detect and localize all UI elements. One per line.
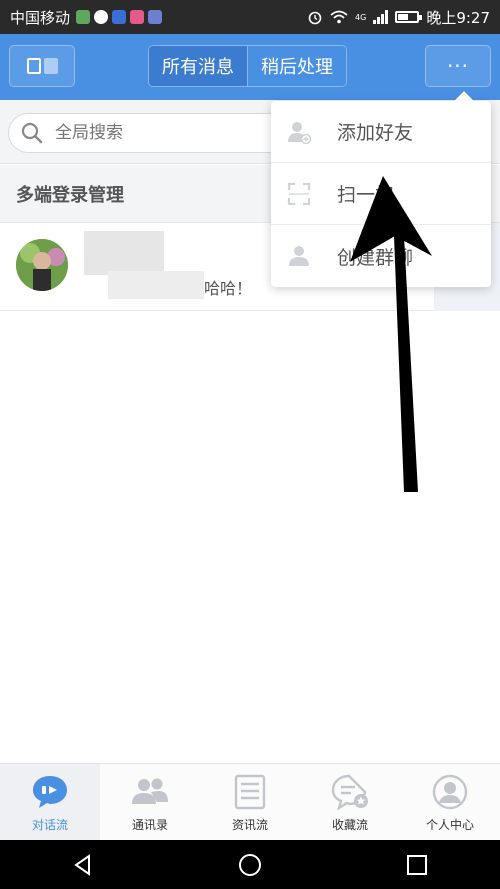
avatar	[16, 239, 68, 291]
menu-item-label: 扫一扫	[337, 184, 395, 206]
system-nav-bar	[0, 840, 500, 889]
tab-label: 对话流	[31, 818, 68, 832]
home-icon[interactable]	[238, 853, 262, 877]
clock-label: 晚上9:27	[426, 8, 490, 27]
signal-icon	[373, 10, 389, 24]
back-icon[interactable]	[71, 853, 95, 877]
menu-item-scan[interactable]: 扫一扫	[271, 163, 491, 225]
tab-all-messages[interactable]: 所有消息	[149, 46, 247, 86]
grid-icon	[26, 58, 41, 74]
search-box[interactable]	[8, 113, 308, 153]
alarm-icon	[308, 11, 322, 25]
profile-icon	[432, 774, 468, 810]
tab-label: 收藏流	[331, 818, 368, 832]
top-bar: 所有消息 稍后处理 ···	[0, 34, 500, 100]
notification-icon	[76, 10, 91, 24]
search-input[interactable]	[55, 123, 255, 143]
shield-icon	[112, 10, 127, 24]
tab-label: 个人中心	[425, 818, 474, 832]
favorites-icon	[331, 774, 368, 810]
recents-icon[interactable]	[405, 853, 429, 877]
chat-icon	[33, 776, 67, 808]
status-bar: 中国移动 4G 晚上9:27	[0, 0, 500, 34]
tab-chat-stream[interactable]: 对话流	[0, 764, 100, 840]
menu-item-create-group[interactable]: 创建群聊	[271, 225, 491, 287]
tab-profile[interactable]: 个人中心	[400, 764, 500, 840]
menu-item-label: 创建群聊	[337, 246, 414, 269]
scan-icon	[287, 182, 311, 205]
more-button[interactable]: ···	[425, 45, 491, 87]
message-blurred	[108, 271, 204, 299]
menu-item-label: 添加好友	[337, 122, 414, 144]
contact-name-blurred	[84, 231, 164, 275]
message-icon	[94, 10, 109, 24]
search-icon	[21, 122, 43, 144]
app-icon	[130, 10, 145, 24]
tab-label: 资讯流	[231, 818, 268, 832]
music-icon	[148, 10, 163, 24]
contacts-icon	[132, 778, 168, 804]
tab-favorites[interactable]: 收藏流	[300, 764, 400, 840]
tab-news-stream[interactable]: 资讯流	[200, 764, 300, 840]
news-icon	[234, 774, 266, 810]
switch-view-button[interactable]	[9, 45, 75, 87]
carrier-label: 中国移动	[10, 8, 71, 27]
more-dropdown-menu: 添加好友 扫一扫 创建群聊	[271, 91, 491, 287]
message-filter-tabs: 所有消息 稍后处理	[148, 45, 347, 87]
menu-item-add-friend[interactable]: 添加好友	[271, 101, 491, 163]
message-preview: 哈哈！	[204, 279, 253, 298]
mic-icon	[43, 58, 58, 74]
tab-later[interactable]: 稍后处理	[247, 46, 346, 86]
group-chat-icon	[289, 246, 309, 266]
bottom-tab-bar: 对话流 通讯录 资讯流 收藏流 个人中心	[0, 763, 500, 840]
tab-label: 通讯录	[131, 818, 168, 832]
tab-contacts[interactable]: 通讯录	[100, 764, 200, 840]
battery-icon	[395, 11, 423, 23]
network-type-label: 4G	[355, 12, 367, 22]
add-user-icon	[288, 121, 311, 144]
wifi-icon	[330, 10, 348, 24]
